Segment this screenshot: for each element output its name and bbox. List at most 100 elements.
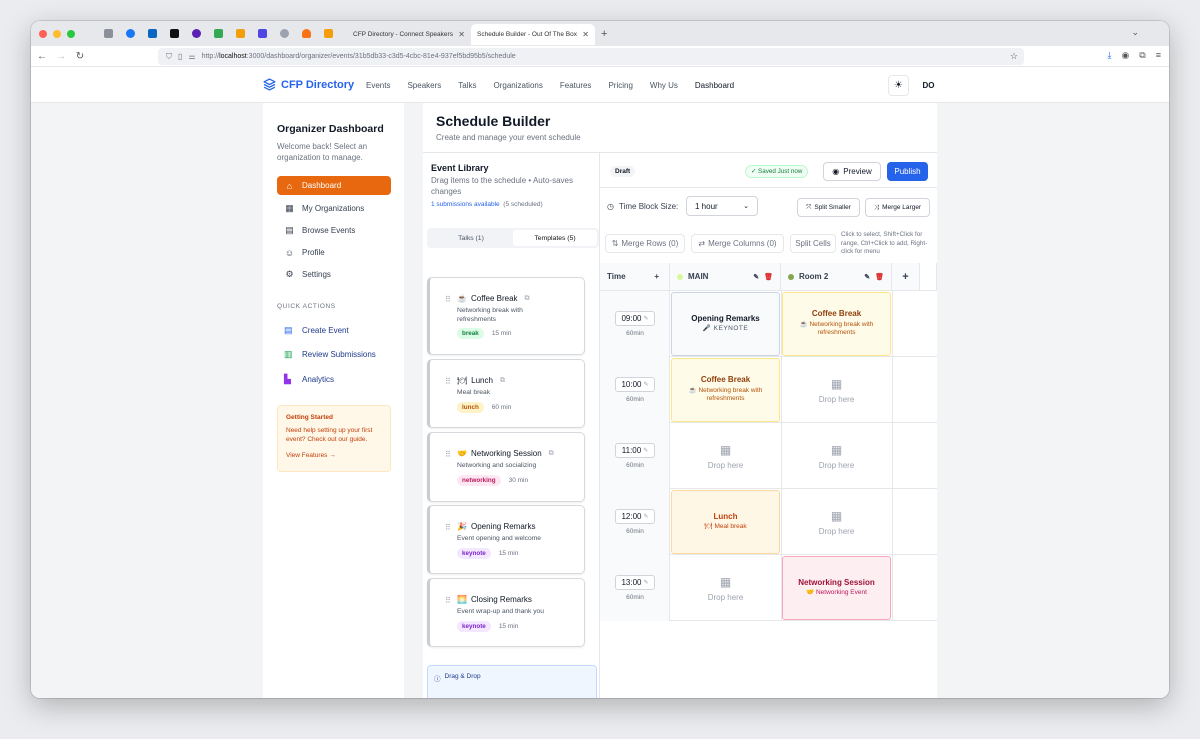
quick-action-create-event[interactable]: ▤ Create Event: [284, 325, 349, 336]
nav-features[interactable]: Features: [560, 81, 592, 90]
pinned-tab[interactable]: [317, 21, 339, 46]
room-header-main[interactable]: MAIN ✎ 🗑: [670, 263, 781, 291]
pinned-tab[interactable]: [97, 21, 119, 46]
site-logo[interactable]: CFP Directory: [263, 78, 354, 91]
drop-zone[interactable]: ▦ Drop here: [671, 424, 780, 488]
time-block-select[interactable]: 1 hour ⌄: [686, 196, 758, 216]
account-icon[interactable]: ◉: [1121, 50, 1129, 61]
pinned-tab[interactable]: [251, 21, 273, 46]
minimize-window-button[interactable]: [53, 29, 61, 38]
preview-button[interactable]: ◉ Preview: [823, 162, 881, 181]
tab-talks[interactable]: Talks (1): [429, 230, 513, 246]
template-card-closing-remarks[interactable]: ⠿ 🌅 Closing Remarks Event wrap-up and tha…: [427, 578, 585, 647]
split-cells-button[interactable]: Split Cells: [790, 234, 836, 253]
copy-icon[interactable]: ⧉: [500, 377, 505, 385]
add-time-icon[interactable]: +: [654, 272, 659, 281]
new-tab-icon[interactable]: +: [601, 28, 607, 40]
submissions-available-link[interactable]: 1 submissions available: [431, 201, 500, 208]
pinned-tab[interactable]: [163, 21, 185, 46]
drop-zone[interactable]: ▦ Drop here: [782, 490, 891, 554]
pinned-tab[interactable]: [229, 21, 251, 46]
close-window-button[interactable]: [39, 29, 47, 38]
avatar[interactable]: DO: [918, 75, 939, 96]
edit-icon[interactable]: ✎: [753, 273, 759, 281]
drop-zone[interactable]: ▦ Drop here: [782, 358, 891, 422]
add-room-button[interactable]: +: [892, 263, 920, 291]
pinned-tab[interactable]: [207, 21, 229, 46]
nav-speakers[interactable]: Speakers: [407, 81, 441, 90]
merge-larger-button[interactable]: ⤨ Merge Larger: [865, 198, 930, 217]
trash-icon[interactable]: 🗑: [764, 273, 773, 281]
pinned-tab[interactable]: [185, 21, 207, 46]
menu-icon[interactable]: ≡: [1156, 50, 1161, 61]
sidebar-item-profile[interactable]: ☺ Profile: [277, 243, 391, 262]
drag-handle-icon[interactable]: ⠿: [445, 450, 451, 459]
pinned-tab[interactable]: [141, 21, 163, 46]
sidebar-item-settings[interactable]: ⚙ Settings: [277, 265, 391, 284]
browser-tab[interactable]: CFP Directory - Connect Speakers w ✕: [347, 24, 471, 45]
drag-handle-icon[interactable]: ⠿: [445, 523, 451, 532]
close-tab-icon[interactable]: ✕: [582, 30, 589, 39]
split-smaller-button[interactable]: ⤧ Split Smaller: [797, 198, 860, 217]
time-input[interactable]: 10:00 ✎: [615, 377, 655, 392]
forward-icon[interactable]: →: [53, 51, 69, 62]
template-card-networking[interactable]: ⠿ 🤝 Networking Session ⧉ Networking and so…: [427, 432, 585, 502]
sidebar-item-browse-events[interactable]: ▤ Browse Events: [277, 221, 391, 240]
event-networking-session[interactable]: Networking Session 🤝 Networking Event: [782, 556, 891, 620]
tab-list-chevron-icon[interactable]: ⌄: [1131, 27, 1139, 38]
nav-pricing[interactable]: Pricing: [608, 81, 632, 90]
event-lunch[interactable]: Lunch 🍽 Meal break: [671, 490, 780, 554]
quick-action-analytics[interactable]: ▙ Analytics: [284, 374, 334, 385]
trash-icon[interactable]: 🗑: [875, 273, 884, 281]
extensions-icon[interactable]: ⧉: [1139, 50, 1145, 61]
time-input[interactable]: 12:00 ✎: [615, 509, 655, 524]
time-input[interactable]: 11:00 ✎: [615, 443, 655, 458]
theme-toggle-button[interactable]: ☀: [888, 75, 909, 96]
template-card-coffee-break[interactable]: ⠿ ☕ Coffee Break ⧉ Networking break with r…: [427, 277, 585, 355]
copy-icon[interactable]: ⧉: [525, 295, 530, 303]
zoom-window-button[interactable]: [67, 29, 75, 38]
back-icon[interactable]: ←: [34, 51, 50, 62]
publish-button[interactable]: Publish: [887, 162, 928, 181]
drop-zone[interactable]: ▦ Drop here: [782, 424, 891, 488]
pinned-tab[interactable]: [295, 21, 317, 46]
sidebar-item-my-organizations[interactable]: ▦ My Organizations: [277, 199, 391, 218]
nav-why-us[interactable]: Why Us: [650, 81, 678, 90]
browser-tab-active[interactable]: Schedule Builder - Out Of The Box D ✕: [471, 24, 595, 45]
copy-icon[interactable]: ⧉: [549, 450, 554, 458]
nav-talks[interactable]: Talks: [458, 81, 476, 90]
nav-dashboard[interactable]: Dashboard: [695, 81, 734, 90]
url-field[interactable]: ⛉ ▯ ⚌ http://localhost:3000/dashboard/or…: [158, 48, 1024, 65]
drop-zone[interactable]: ▦ Drop here: [671, 556, 780, 620]
time-block-row: ◷ Time Block Size: 1 hour ⌄ ⤧ Split Smaller…: [600, 188, 937, 224]
time-input[interactable]: 13:00 ✎: [615, 575, 655, 590]
duration: 15 min: [498, 623, 519, 630]
event-coffee-break[interactable]: Coffee Break ☕ Networking break with ref…: [671, 358, 780, 422]
drag-handle-icon[interactable]: ⠿: [445, 596, 451, 605]
merge-rows-button[interactable]: ⇅ Merge Rows (0): [605, 234, 685, 253]
close-tab-icon[interactable]: ✕: [458, 30, 465, 39]
template-card-lunch[interactable]: ⠿ 🍽 Lunch ⧉ Meal break lunch 60 min: [427, 359, 585, 428]
drag-handle-icon[interactable]: ⠿: [445, 377, 451, 386]
quick-action-review-submissions[interactable]: ▥ Review Submissions: [284, 349, 376, 360]
bookmark-star-icon[interactable]: ☆: [1010, 51, 1018, 62]
nav-events[interactable]: Events: [366, 81, 390, 90]
template-name: 🍽 Lunch ⧉: [457, 376, 505, 385]
edit-icon[interactable]: ✎: [864, 273, 870, 281]
pinned-tab[interactable]: [273, 21, 295, 46]
tab-templates[interactable]: Templates (5): [513, 230, 597, 246]
template-card-opening-remarks[interactable]: ⠿ 🎉 Opening Remarks Event opening and wel…: [427, 505, 585, 574]
room-header-room-2[interactable]: Room 2 ✎ 🗑: [781, 263, 892, 291]
merge-columns-button[interactable]: ⇄ Merge Columns (0): [691, 234, 784, 253]
time-input[interactable]: 09:00 ✎: [615, 311, 655, 326]
event-opening-remarks[interactable]: Opening Remarks 🎤 KEYNOTE: [671, 292, 780, 356]
nav-organizations[interactable]: Organizations: [494, 81, 543, 90]
template-name-text: Closing Remarks: [470, 595, 532, 604]
reload-icon[interactable]: ↻: [72, 51, 88, 62]
view-features-link[interactable]: View Features →: [286, 451, 382, 460]
pinned-tab[interactable]: [119, 21, 141, 46]
download-icon[interactable]: ⤓: [1107, 50, 1111, 61]
sidebar-item-dashboard[interactable]: ⌂ Dashboard: [277, 176, 391, 195]
drag-handle-icon[interactable]: ⠿: [445, 295, 451, 304]
event-coffee-break[interactable]: Coffee Break ☕ Networking break with ref…: [782, 292, 891, 356]
